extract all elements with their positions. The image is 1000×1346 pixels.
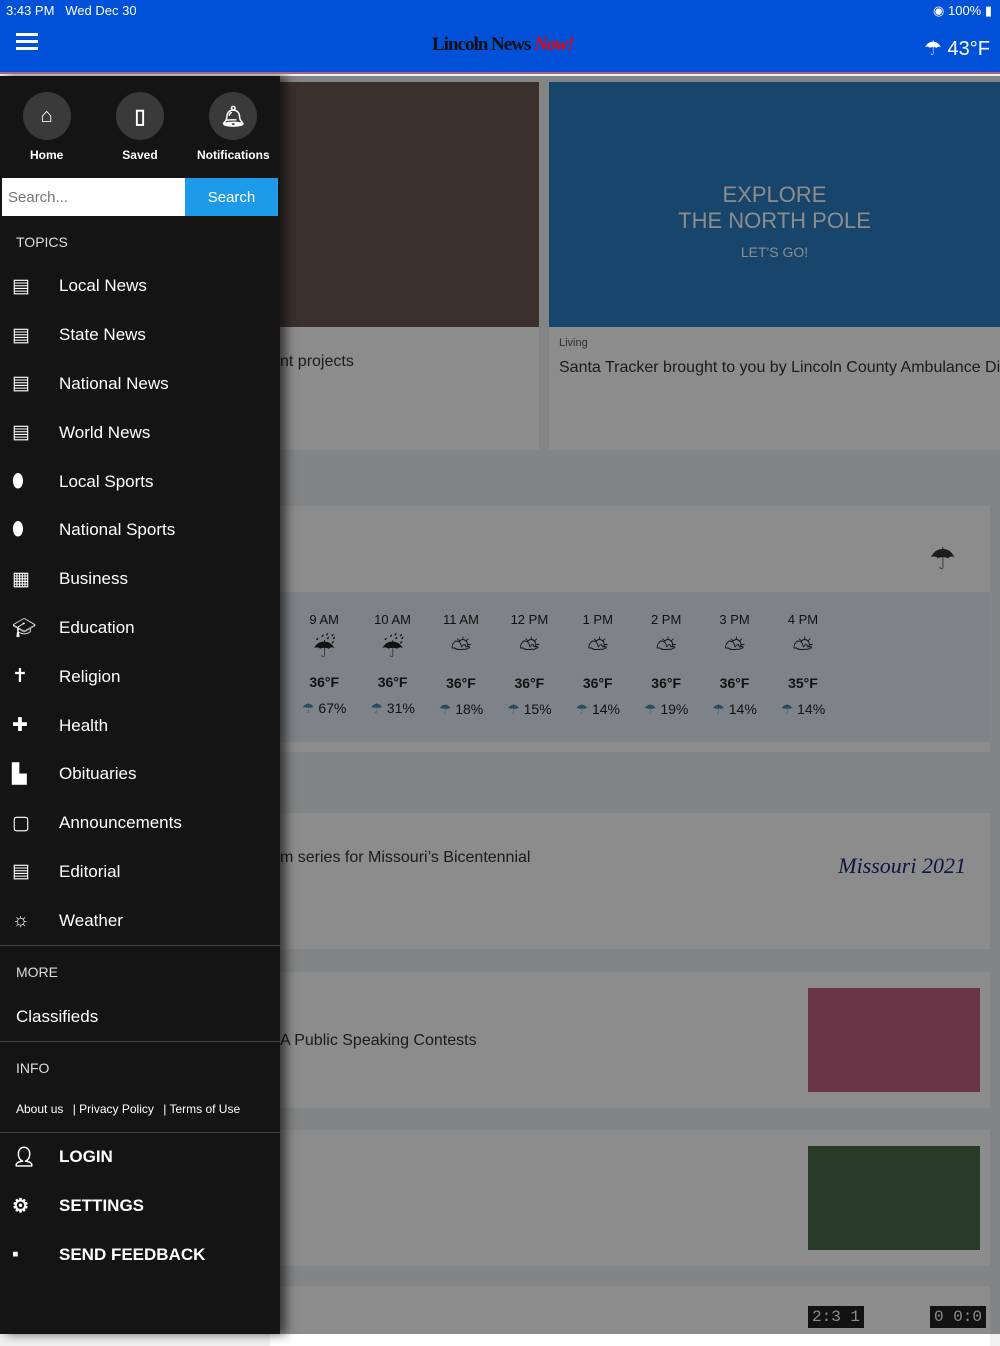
menu-item-state-news[interactable]: ▤ State News bbox=[0, 311, 280, 360]
about-us-link[interactable]: About us bbox=[16, 1102, 63, 1116]
menu-item-send-feedback[interactable]: ▪ SEND FEEDBACK bbox=[0, 1231, 280, 1280]
menu-item-business[interactable]: ▦ Business bbox=[0, 555, 280, 604]
topics-header: TOPICS bbox=[16, 234, 68, 250]
menu-item-education[interactable]: 🎓︎ Education bbox=[0, 604, 280, 653]
menu-item-label: Education bbox=[59, 617, 135, 637]
privacy-policy-link[interactable]: Privacy Policy bbox=[79, 1102, 154, 1116]
menu-item-announcements[interactable]: ▢ Announcements bbox=[0, 799, 280, 848]
menu-item-label: SETTINGS bbox=[59, 1196, 145, 1216]
cloud-rain-icon: ☂ bbox=[924, 38, 942, 60]
newspaper-icon: ▤ bbox=[12, 422, 30, 444]
more-header: MORE bbox=[16, 964, 58, 981]
menu-item-national-news[interactable]: ▤ National News bbox=[0, 360, 280, 409]
menu-item-label: LOGIN bbox=[59, 1147, 113, 1167]
menu-item-label: Editorial bbox=[59, 861, 121, 881]
logo[interactable]: Lincoln News Now! bbox=[432, 34, 574, 56]
menu-item-label: Business bbox=[59, 569, 128, 589]
gear-icon: ⚙ bbox=[12, 1195, 30, 1217]
menu-item-editorial[interactable]: ▤ Editorial bbox=[0, 848, 280, 897]
hamburger-menu-icon[interactable] bbox=[16, 33, 38, 54]
menu-item-settings[interactable]: ⚙ SETTINGS bbox=[0, 1182, 280, 1231]
terms-of-use-link[interactable]: Terms of Use bbox=[169, 1102, 240, 1116]
menu-item-label: Local News bbox=[59, 276, 147, 296]
menu-item-login[interactable]: 👤︎ LOGIN bbox=[0, 1133, 280, 1182]
feedback-icon: ▪ bbox=[12, 1243, 19, 1265]
menu-item-national-sports[interactable]: ⬮ National Sports bbox=[0, 506, 280, 555]
menu-item-local-sports[interactable]: ⬮ Local Sports bbox=[0, 457, 280, 506]
tombstone-icon: ▙ bbox=[12, 763, 27, 785]
football-icon: ⬮ bbox=[12, 470, 24, 492]
newspaper-icon: ▤ bbox=[12, 275, 30, 297]
weather-partly-cloudy-icon: ☼ bbox=[12, 909, 30, 931]
building-icon: ▦ bbox=[12, 568, 30, 590]
menu-item-label: Health bbox=[59, 715, 109, 735]
header-weather[interactable]: ☂ 43°F bbox=[924, 36, 990, 61]
menu-item-health[interactable]: ✚ Health bbox=[0, 701, 280, 750]
menu-item-label: State News bbox=[59, 325, 146, 345]
message-alert-icon: ▢ bbox=[12, 812, 30, 834]
home-button[interactable]: ⌂ Home bbox=[2, 92, 92, 176]
notifications-button[interactable]: 🔔︎ Notifications bbox=[188, 92, 278, 176]
bell-icon: 🔔︎ bbox=[209, 92, 258, 140]
menu-item-label: Local Sports bbox=[59, 471, 154, 491]
newspaper-icon: ▤ bbox=[12, 373, 30, 395]
football-icon: ⬮ bbox=[12, 519, 24, 541]
battery-status: ◉ 100% ▮ bbox=[933, 3, 992, 18]
top-bar: 3:43 PM Wed Dec 30 ◉ 100% ▮ Lincoln News… bbox=[0, 0, 1000, 74]
menu-item-label: Announcements bbox=[59, 813, 182, 833]
status-time: 3:43 PM Wed Dec 30 bbox=[6, 3, 137, 18]
menu-item-world-news[interactable]: ▤ World News bbox=[0, 408, 280, 457]
menu-item-local-news[interactable]: ▤ Local News bbox=[0, 262, 280, 311]
menu-item-classifieds[interactable]: Classifieds bbox=[0, 992, 280, 1041]
menu-item-label: World News bbox=[59, 422, 151, 442]
bookmark-icon: ▯ bbox=[115, 92, 164, 140]
menu-item-label: National Sports bbox=[59, 520, 176, 540]
menu-item-religion[interactable]: ✝ Religion bbox=[0, 652, 280, 701]
menu-item-label: Obituaries bbox=[59, 764, 137, 784]
newspaper-icon: ▤ bbox=[12, 324, 30, 346]
home-icon: ⌂ bbox=[22, 92, 71, 140]
menu-item-weather[interactable]: ☼ Weather bbox=[0, 896, 280, 945]
cross-icon: ✝ bbox=[12, 666, 28, 688]
menu-item-label: Religion bbox=[59, 666, 121, 686]
newspaper-icon: ▤ bbox=[12, 861, 30, 883]
navigation-drawer: ⌂Home ▯Saved 🔔︎Notifications Search TOPI… bbox=[0, 76, 280, 1334]
search-button[interactable]: Search bbox=[185, 178, 278, 216]
menu-item-label: National News bbox=[59, 373, 169, 393]
user-icon: 👤︎ bbox=[12, 1147, 37, 1169]
saved-button[interactable]: ▯ Saved bbox=[95, 92, 185, 176]
menu-item-label: SEND FEEDBACK bbox=[59, 1244, 206, 1264]
menu-item-label: Weather bbox=[59, 910, 123, 930]
search-input[interactable] bbox=[2, 178, 185, 216]
graduation-cap-icon: 🎓︎ bbox=[12, 617, 37, 639]
menu-item-obituaries[interactable]: ▙ Obituaries bbox=[0, 750, 280, 799]
medical-bag-icon: ✚ bbox=[12, 715, 28, 737]
info-header: INFO bbox=[16, 1059, 50, 1076]
